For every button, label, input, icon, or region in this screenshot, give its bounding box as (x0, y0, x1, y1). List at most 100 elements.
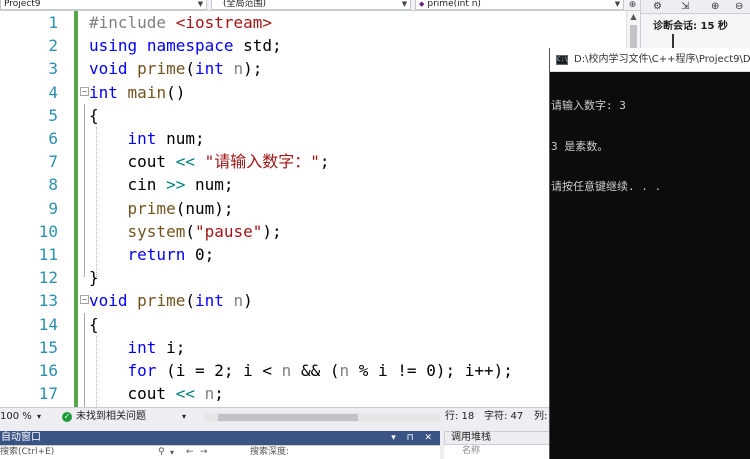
code-line: 17 cout << n; (0, 382, 626, 405)
line-number: 7 (48, 152, 58, 172)
code-text: int i; (127, 337, 186, 357)
code-line: 12 } (0, 266, 626, 289)
line-number: 16 (38, 361, 58, 380)
zoom-in-icon[interactable]: ⊕ (711, 1, 719, 13)
check-circle-icon: ✓ (62, 412, 72, 422)
code-text: } (89, 268, 99, 288)
method-icon: ◆ (419, 0, 425, 8)
code-line: 9 prime(num); (0, 197, 626, 220)
console-title-bar[interactable]: C:\ D:\校内学习文件\C++程序\Project9\De (550, 48, 750, 72)
code-line: 3 void prime(int n); (0, 57, 626, 80)
line-number: 3 (48, 59, 58, 79)
code-line: 11 return 0; (0, 243, 626, 266)
line-number: 13 (38, 291, 58, 311)
forward-icon[interactable]: → (200, 446, 208, 459)
call-stack-column-name: 名称 (462, 446, 481, 456)
console-window[interactable]: C:\ D:\校内学习文件\C++程序\Project9\De 请输入数字: 3… (549, 48, 750, 459)
code-text: prime(num); (127, 198, 234, 218)
timeline-marker (672, 34, 674, 48)
code-line: 14 { (0, 313, 626, 336)
scrollbar-thumb[interactable] (218, 414, 358, 421)
window-controls[interactable]: ▾ ⊓ ✕ (391, 431, 436, 445)
code-text: { (89, 105, 99, 125)
collapse-icon[interactable]: − (80, 295, 89, 305)
char-indicator: 字符: 47 (484, 411, 524, 422)
chevron-down-icon[interactable]: ▾ (170, 446, 174, 459)
chevron-down-icon[interactable]: ▾ (182, 408, 186, 426)
scope-dropdown[interactable]: (全局范围) ▼ (211, 0, 411, 10)
code-text: using namespace std; (89, 36, 282, 56)
code-text: int main() (89, 82, 186, 102)
code-text: for (i = 2; i < n && (n % i != 0); i++); (127, 361, 513, 380)
line-number: 14 (38, 314, 58, 334)
code-line: 13 − void prime(int n) (0, 289, 626, 312)
member-dropdown[interactable]: ◆ prime(int n) ▼ (415, 0, 624, 10)
diagnostic-toolbar: ⚙ ⇲ ⊕ ⊖ (641, 0, 750, 14)
line-number: 4 (48, 82, 58, 102)
split-editor-button[interactable]: ⊕ (627, 0, 638, 10)
collapse-icon[interactable]: − (80, 86, 89, 96)
code-line: 16 for (i = 2; i < n && (n % i != 0); i+… (0, 359, 626, 382)
code-line: 15 int i; (0, 336, 626, 359)
autos-window-body: 搜索(Ctrl+E) ⚲ ▾ ← → 搜索深度: (0, 445, 440, 459)
autos-window-header[interactable]: 自动窗口 ▾ ⊓ ✕ (0, 431, 440, 445)
console-app-icon: C:\ (556, 55, 568, 65)
project-name: Project9 (4, 0, 41, 9)
console-output: 请输入数字: 3 3 是素数。 请按任意键继续. . . (551, 72, 749, 221)
editor-status-bar: 100 % ▾ ✓ 未找到相关问题 ▾ 行: 18 字符: 47 列: 5 (0, 407, 640, 426)
chevron-down-icon: ▼ (197, 0, 204, 8)
search-input[interactable]: 搜索(Ctrl+E) (0, 446, 54, 459)
row-indicator: 行: 18 (445, 411, 475, 422)
line-number: 17 (38, 384, 58, 404)
call-stack-title: 调用堆栈 (451, 432, 491, 443)
code-line: 5 { (0, 104, 626, 127)
code-line: 1 #include <iostream> (0, 11, 626, 34)
code-line: 7 cout << "请输入数字："; (0, 150, 626, 173)
line-number: 8 (48, 175, 58, 195)
code-text: int num; (127, 129, 205, 148)
search-depth-label: 搜索深度: (250, 447, 290, 457)
code-editor[interactable]: 1 #include <iostream> 2 using namespace … (0, 11, 626, 407)
code-text: return 0; (127, 245, 215, 264)
line-number: 2 (48, 36, 58, 56)
chevron-down-icon: ▼ (614, 0, 621, 8)
autos-window-title: 自动窗口 (1, 432, 41, 443)
code-text: system("pause"); (127, 221, 282, 241)
console-line: 请输入数字: 3 (551, 99, 626, 112)
line-number: 10 (38, 221, 58, 241)
member-label: prime(int n) (427, 0, 481, 9)
export-icon[interactable]: ⇲ (681, 1, 689, 13)
console-line: 3 是素数。 (551, 139, 609, 153)
scroll-up-icon[interactable]: ▲ (627, 11, 640, 23)
code-text: cout << n; (89, 384, 224, 404)
editor-horizontal-scrollbar[interactable] (204, 413, 440, 422)
issues-status[interactable]: 未找到相关问题 (76, 408, 146, 426)
code-text: { (89, 314, 99, 334)
code-text: #include <iostream> (89, 13, 273, 32)
chevron-down-icon[interactable]: ▾ (37, 408, 41, 426)
code-line: 10 system("pause"); (0, 220, 626, 243)
console-line: 请按任意键继续. . . (551, 180, 662, 193)
code-text: void prime(int n) (89, 291, 253, 311)
chevron-down-icon: ▼ (401, 0, 408, 8)
code-line: 4 − int main() (0, 81, 626, 104)
line-number: 15 (38, 337, 58, 357)
code-line: 2 using namespace std; (0, 34, 626, 57)
scope-label: (全局范围) (223, 0, 267, 9)
code-text: void prime(int n); (89, 59, 263, 79)
code-text: cin >> num; (89, 175, 234, 195)
code-text: cout << "请输入数字："; (89, 152, 330, 172)
code-line: 6 int num; (0, 127, 626, 150)
console-title: D:\校内学习文件\C++程序\Project9\De (574, 54, 750, 65)
line-number: 5 (48, 105, 58, 125)
zoom-out-icon[interactable]: ⊖ (735, 1, 743, 13)
line-number: 12 (38, 268, 58, 288)
project-dropdown[interactable]: Project9 ▼ (0, 0, 207, 10)
zoom-level[interactable]: 100 % (0, 408, 32, 426)
diagnostic-session-time: 诊断会话: 15 秒 (653, 21, 728, 32)
navigation-bar: Project9 ▼ (全局范围) ▼ ◆ prime(int n) ▼ ⊕ (0, 0, 640, 11)
code-line: 8 cin >> num; (0, 173, 626, 196)
back-icon[interactable]: ← (186, 446, 194, 459)
gear-icon[interactable]: ⚙ (653, 1, 662, 13)
search-icon[interactable]: ⚲ (158, 446, 165, 459)
